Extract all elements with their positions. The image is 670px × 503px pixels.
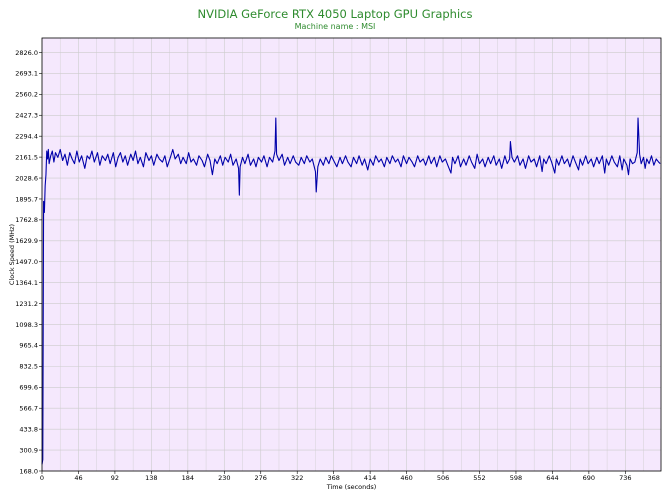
- x-tick-label: 506: [437, 474, 449, 482]
- y-tick-label: 168.0: [19, 467, 38, 475]
- x-tick-label: 276: [255, 474, 267, 482]
- y-tick-label: 1098.3: [15, 321, 38, 329]
- y-tick-label: 1497.0: [15, 258, 38, 266]
- y-tick-label: 2826.0: [15, 49, 38, 57]
- x-tick-label: 368: [327, 474, 339, 482]
- y-tick-label: 2161.5: [15, 153, 38, 161]
- x-tick-label: 736: [619, 474, 631, 482]
- x-tick-label: 230: [218, 474, 230, 482]
- y-tick-label: 300.9: [19, 446, 38, 454]
- line-chart: 0 46 92 138 184 230 276 322 368 414 460 506 552 598 64…: [8, 37, 662, 491]
- y-tick-label: 2693.1: [15, 70, 38, 78]
- x-tick-label: 92: [111, 474, 119, 482]
- x-axis-label: Time (seconds): [326, 483, 377, 491]
- x-tick-label: 552: [473, 474, 485, 482]
- y-tick-label: 1629.9: [15, 237, 38, 245]
- y-axis-label: Clock Speed (MHz): [8, 224, 16, 285]
- x-tick-label: 690: [583, 474, 595, 482]
- x-tick-label: 644: [546, 474, 558, 482]
- y-tick-label: 2294.4: [15, 132, 38, 140]
- plot-area: [42, 38, 661, 471]
- y-tick-label: 433.8: [19, 425, 38, 433]
- y-tick-label: 2028.6: [15, 174, 38, 182]
- x-tick-label: 460: [400, 474, 412, 482]
- y-tick-label: 832.5: [19, 363, 38, 371]
- y-tick-label: 699.6: [19, 384, 38, 392]
- y-tick-label: 965.4: [19, 342, 38, 350]
- x-tick-label: 414: [364, 474, 376, 482]
- chart-container: NVIDIA GeForce RTX 4050 Laptop GPU Graph…: [0, 0, 670, 503]
- y-tick-label: 2427.3: [15, 112, 38, 120]
- y-tick-label: 1364.1: [15, 279, 38, 287]
- y-tick-label: 1231.2: [15, 300, 38, 308]
- x-tick-label: 184: [182, 474, 194, 482]
- y-tick-label: 1895.7: [15, 195, 38, 203]
- y-tick-label: 566.7: [19, 405, 38, 413]
- y-axis-ticks: 168.0 300.9 433.8 566.7 699.6 832.5 965.4 1098.…: [15, 49, 42, 475]
- x-tick-label: 46: [74, 474, 82, 482]
- x-axis-ticks: 0 46 92 138 184 230 276 322 368 414 460 506 552 598 64…: [40, 471, 632, 482]
- y-tick-label: 1762.8: [15, 216, 38, 224]
- x-tick-label: 322: [291, 474, 303, 482]
- y-tick-label: 2560.2: [15, 91, 38, 99]
- x-tick-label: 0: [40, 474, 44, 482]
- x-tick-label: 598: [510, 474, 522, 482]
- x-tick-label: 138: [145, 474, 157, 482]
